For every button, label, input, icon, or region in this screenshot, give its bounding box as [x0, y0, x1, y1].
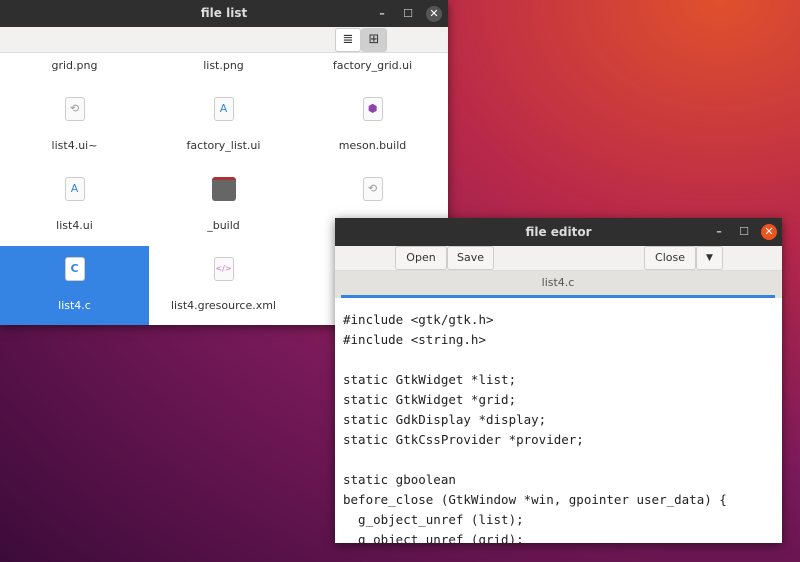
list-view-icon: ≣: [342, 32, 354, 47]
file-item-label: list4.ui~: [51, 139, 98, 152]
file-item[interactable]: Afactory_list.ui: [149, 86, 298, 166]
code-line: static GtkWidget *list;: [343, 372, 517, 387]
minimize-icon[interactable]: –: [370, 0, 394, 27]
file-item-label: grid.png: [51, 59, 98, 72]
save-button[interactable]: Save: [447, 246, 494, 270]
code-line: static GtkWidget *grid;: [343, 392, 517, 407]
file-item[interactable]: _build: [149, 166, 298, 246]
file-item[interactable]: factory_grid.ui: [298, 53, 447, 86]
file-item[interactable]: ⟲ list4.ui~: [0, 86, 149, 166]
text-document-icon: A: [213, 97, 234, 121]
code-line: #include <string.h>: [343, 332, 486, 347]
file-editor-window: file editor – ☐ ✕ Open Save Close ▼ list…: [335, 218, 782, 543]
code-line: static GdkDisplay *display;: [343, 412, 547, 427]
folder-icon: [211, 177, 236, 201]
file-list-titlebar[interactable]: file list – ☐ ✕: [0, 0, 448, 27]
code-line: static gboolean: [343, 472, 456, 487]
code-line: g_object_unref (list);: [343, 512, 524, 527]
code-line: #include <gtk/gtk.h>: [343, 312, 494, 327]
window-title: file list: [200, 6, 248, 20]
tab-bar: list4.c: [335, 271, 782, 298]
close-button[interactable]: Close: [644, 246, 696, 270]
list-view-button[interactable]: ≣: [335, 28, 361, 52]
file-item-label: meson.build: [338, 139, 407, 152]
file-item[interactable]: ⬢ meson.build: [298, 86, 447, 166]
window-title: file editor: [525, 225, 592, 239]
chevron-down-icon: ▼: [706, 253, 713, 263]
minimize-icon[interactable]: –: [707, 218, 731, 245]
text-document-icon: A: [64, 177, 85, 201]
file-item[interactable]: grid.png: [0, 53, 149, 86]
meson-icon: ⬢: [362, 97, 383, 121]
file-item-label: list4.c: [58, 299, 91, 312]
menu-dropdown-button[interactable]: ▼: [696, 246, 723, 270]
file-item-label: list4.ui: [56, 219, 93, 232]
file-item-label: list4.gresource.xml: [171, 299, 276, 312]
close-icon[interactable]: ✕: [426, 6, 442, 22]
file-item-label: _build: [207, 219, 240, 232]
file-list-toolbar: ≣ ⊞: [0, 27, 448, 53]
file-editor-titlebar[interactable]: file editor – ☐ ✕: [335, 218, 782, 246]
grid-view-icon: ⊞: [368, 32, 380, 47]
close-icon[interactable]: ✕: [761, 224, 777, 240]
file-item[interactable]: </> list4.gresource.xml: [149, 246, 298, 325]
xml-file-icon: </>: [213, 257, 234, 281]
code-line: before_close (GtkWindow *win, gpointer u…: [343, 492, 727, 507]
code-text-view[interactable]: #include <gtk/gtk.h> #include <string.h> s…: [335, 298, 782, 543]
editor-toolbar: Open Save Close ▼: [335, 246, 782, 271]
backup-file-icon: ⟲: [64, 97, 85, 121]
file-item[interactable]: Alist4.ui: [0, 166, 149, 246]
code-line: g_object_unref (grid);: [343, 532, 524, 543]
file-item[interactable]: Clist4.c: [0, 246, 149, 325]
open-button[interactable]: Open: [395, 246, 447, 270]
c-source-icon: C: [64, 257, 85, 281]
file-item-label: factory_grid.ui: [332, 59, 413, 72]
file-item-label: list.png: [203, 59, 244, 72]
maximize-icon[interactable]: ☐: [732, 218, 756, 245]
file-item-label: factory_list.ui: [186, 139, 261, 152]
file-item[interactable]: list.png: [149, 53, 298, 86]
backup-file-icon: ⟲: [362, 177, 383, 201]
code-line: static GtkCssProvider *provider;: [343, 432, 584, 447]
maximize-icon[interactable]: ☐: [396, 0, 420, 27]
grid-view-button[interactable]: ⊞: [361, 28, 387, 52]
tab-list4-c[interactable]: list4.c: [341, 271, 775, 298]
